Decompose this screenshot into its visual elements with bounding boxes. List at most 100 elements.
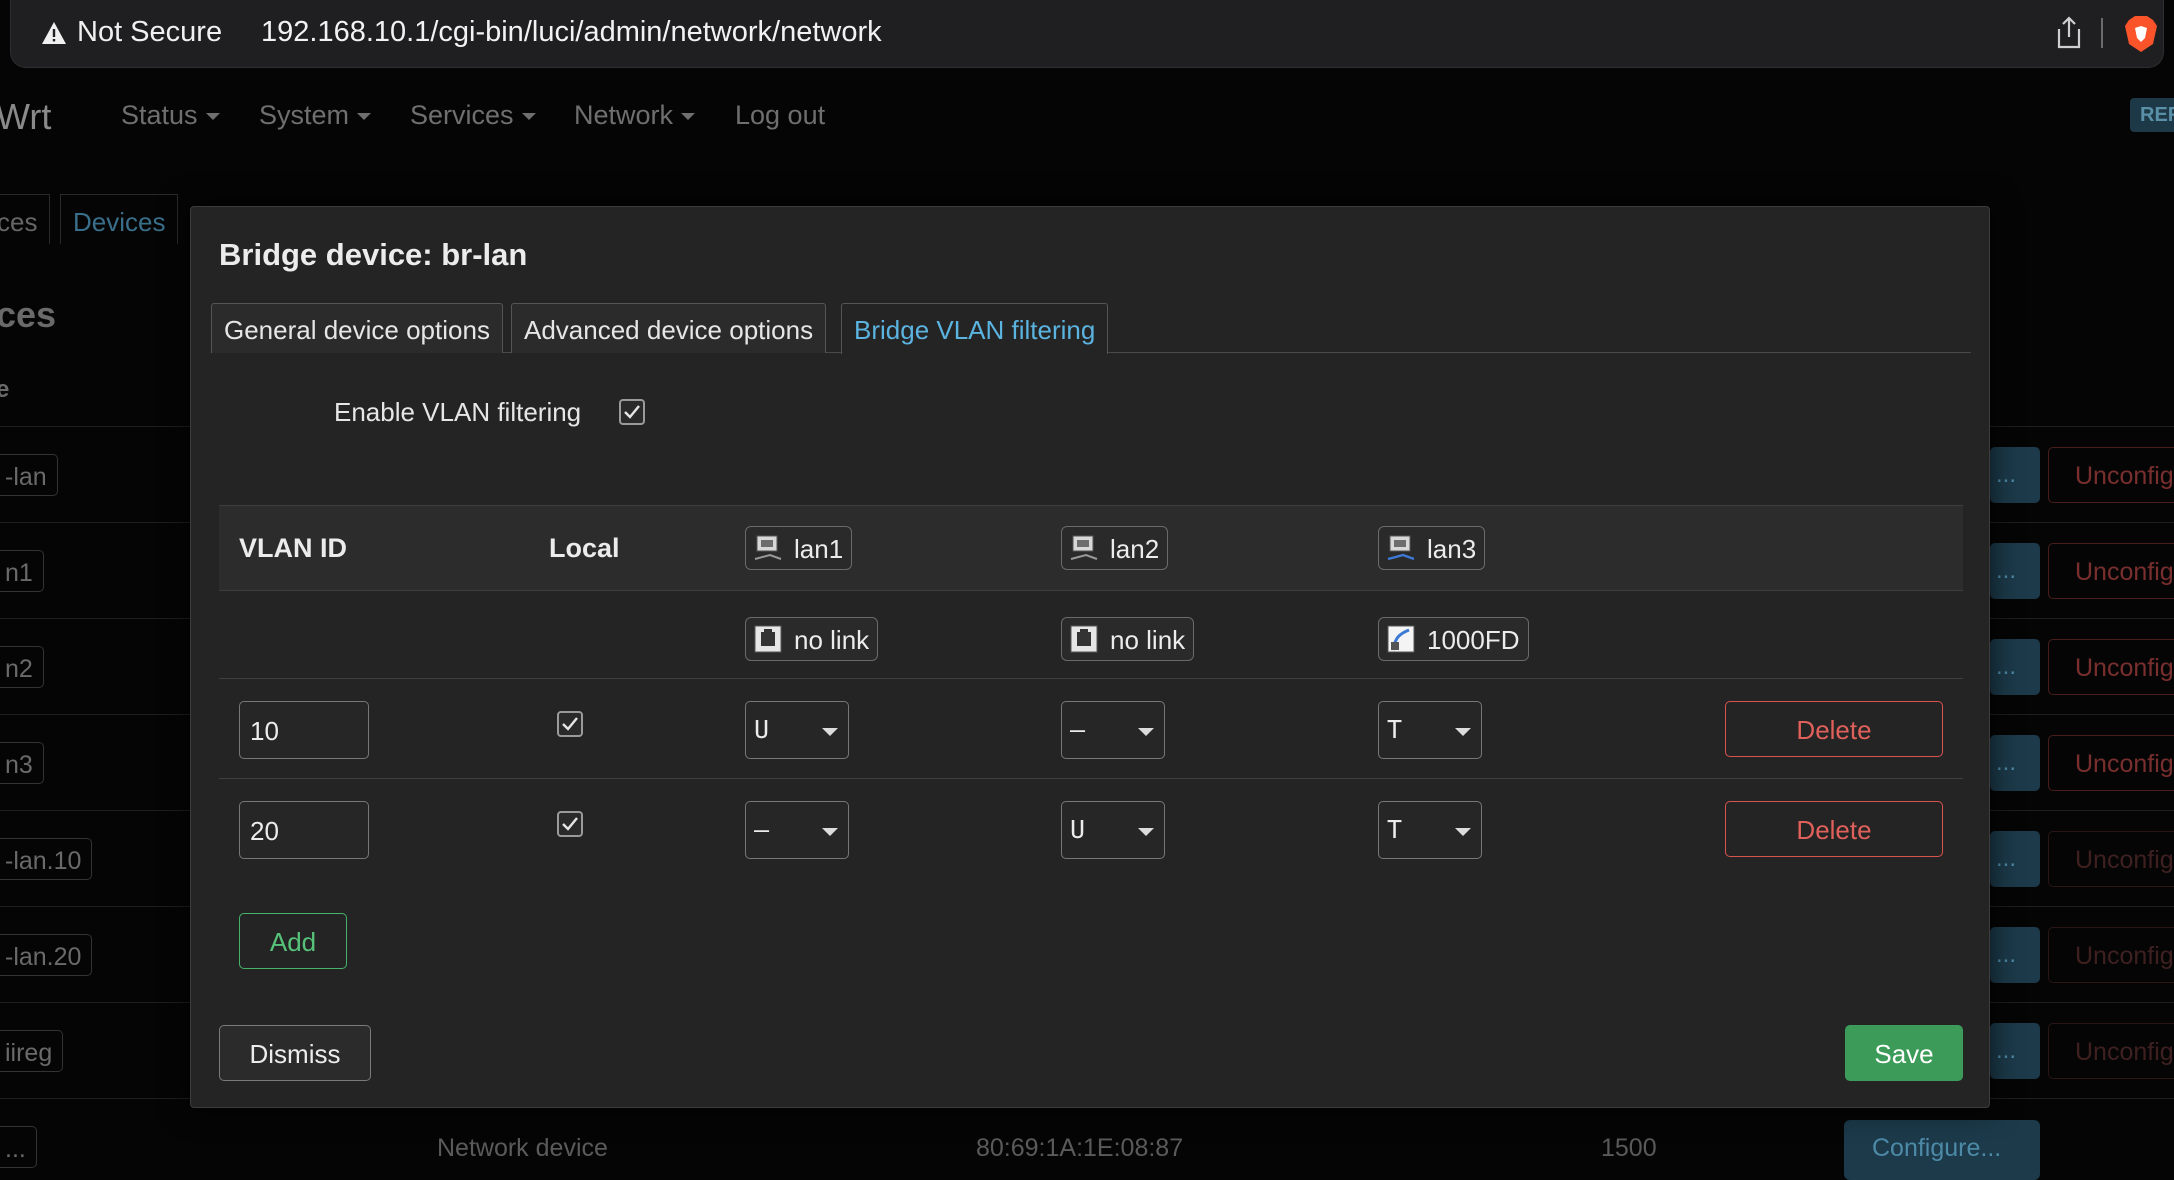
no-link-icon	[754, 625, 782, 653]
vlan-id-input[interactable]: 10	[239, 701, 369, 759]
device-item: n2	[0, 646, 44, 688]
device-item: -lan.10	[0, 838, 93, 880]
device-item: n3	[0, 742, 44, 784]
enable-vlan-filtering-checkbox[interactable]	[619, 399, 645, 425]
device-item: -lan.20	[0, 934, 93, 976]
checkmark-icon	[624, 405, 640, 419]
save-button[interactable]: Save	[1845, 1025, 1963, 1081]
device-item: -lan	[0, 454, 58, 496]
lan2-mode-select[interactable]: –	[1061, 701, 1165, 759]
unconfigure-button[interactable]: Unconfig	[2048, 447, 2174, 503]
configure-button[interactable]: Configure...	[1844, 1120, 2040, 1180]
port-status: no link	[1110, 625, 1186, 655]
configure-button[interactable]: ...	[1990, 831, 2040, 887]
configure-button[interactable]: ...	[1990, 639, 2040, 695]
port-name: lan3	[1427, 534, 1477, 564]
tab-devices[interactable]: Devices	[60, 194, 179, 244]
nav-network[interactable]: Network	[574, 100, 696, 131]
tab-bridge-vlan-filtering[interactable]: Bridge VLAN filtering	[841, 303, 1109, 354]
nav-services[interactable]: Services	[410, 100, 536, 131]
port-lan2: lan2	[1061, 526, 1169, 570]
unconfigure-button[interactable]: Unconfig	[2048, 543, 2174, 599]
chevron-down-icon	[357, 113, 372, 121]
link-up-icon	[1387, 625, 1415, 653]
unconfigure-button: Unconfig	[2048, 927, 2174, 983]
port-lan3: lan3	[1378, 526, 1486, 570]
nav-status[interactable]: Status	[121, 100, 220, 131]
dismiss-button[interactable]: Dismiss	[219, 1025, 371, 1081]
status-badge: REF	[2130, 98, 2174, 132]
port-lan1: lan1	[745, 526, 853, 570]
column-header: e	[0, 376, 10, 403]
chevron-down-icon	[1455, 728, 1471, 736]
device-mac: 80:69:1A:1E:08:87	[976, 1134, 1184, 1162]
port-status: no link	[794, 625, 870, 655]
tab-general-device-options[interactable]: General device options	[211, 303, 503, 353]
ethernet-port-icon	[1070, 535, 1098, 560]
table-row: 20 – U T Delete	[219, 779, 1963, 879]
chevron-down-icon	[681, 113, 696, 121]
tab-advanced-device-options[interactable]: Advanced device options	[511, 303, 827, 353]
port-status-lan2: no link	[1061, 617, 1195, 661]
device-item: ...	[0, 1126, 37, 1168]
configure-button[interactable]: ...	[1990, 735, 2040, 791]
chevron-down-icon	[1138, 828, 1154, 836]
port-status-lan1: no link	[745, 617, 879, 661]
chevron-down-icon	[521, 113, 536, 121]
unconfigure-button[interactable]: Unconfig	[2048, 639, 2174, 695]
browser-address-bar: Not Secure 192.168.10.1/cgi-bin/luci/adm…	[10, 0, 2164, 68]
lan1-mode-select[interactable]: –	[745, 801, 849, 859]
add-button[interactable]: Add	[239, 913, 347, 969]
chevron-down-icon	[205, 113, 220, 121]
no-link-icon	[1070, 625, 1098, 653]
brand-logo[interactable]: Wrt	[0, 96, 51, 138]
configure-button[interactable]: ...	[1990, 927, 2040, 983]
port-status-row: no link no link 1000FD	[219, 591, 1963, 679]
unconfigure-button[interactable]: Unconfig	[2048, 735, 2174, 791]
ethernet-port-icon	[754, 535, 782, 560]
column-vlan-id: VLAN ID	[239, 533, 347, 563]
warning-icon	[42, 22, 66, 44]
column-local: Local	[549, 533, 620, 563]
unconfigure-button: Unconfig	[2048, 831, 2174, 887]
chevron-down-icon	[822, 828, 838, 836]
local-checkbox[interactable]	[557, 811, 583, 837]
port-name: lan1	[794, 534, 844, 564]
modal-tabs: General device options Advanced device o…	[211, 297, 1971, 354]
share-icon[interactable]	[2055, 16, 2083, 50]
vlan-id-input[interactable]: 20	[239, 801, 369, 859]
port-name: lan2	[1110, 534, 1160, 564]
chevron-down-icon	[1138, 728, 1154, 736]
delete-button[interactable]: Delete	[1725, 701, 1943, 757]
table-header: VLAN ID Local lan1 lan2 lan3	[219, 505, 1963, 591]
lan1-mode-select[interactable]: U	[745, 701, 849, 759]
delete-button[interactable]: Delete	[1725, 801, 1943, 857]
unconfigure-button: Unconfig	[2048, 1023, 2174, 1079]
port-status: 1000FD	[1427, 625, 1520, 655]
modal-title: Bridge device: br-lan	[219, 237, 528, 272]
tab-interfaces[interactable]: ces	[0, 194, 51, 244]
port-status-lan3: 1000FD	[1378, 617, 1529, 661]
lan2-mode-select[interactable]: U	[1061, 801, 1165, 859]
device-type: Network device	[437, 1134, 608, 1162]
lan3-mode-select[interactable]: T	[1378, 801, 1482, 859]
device-item: iireg	[0, 1030, 64, 1072]
brave-shield-icon[interactable]	[2123, 14, 2159, 54]
device-mtu: 1500	[1601, 1134, 1657, 1162]
chevron-down-icon	[1455, 828, 1471, 836]
url-field[interactable]: 192.168.10.1/cgi-bin/luci/admin/network/…	[261, 16, 882, 49]
configure-button[interactable]: ...	[1990, 543, 2040, 599]
local-checkbox[interactable]	[557, 711, 583, 737]
checkmark-icon	[562, 817, 578, 831]
section-heading: ces	[0, 294, 57, 335]
nav-logout[interactable]: Log out	[735, 100, 825, 131]
chevron-down-icon	[822, 728, 838, 736]
configure-button[interactable]: ...	[1990, 447, 2040, 503]
configure-button[interactable]: ...	[1990, 1023, 2040, 1079]
table-row: 10 U – T Delete	[219, 679, 1963, 779]
nav-system[interactable]: System	[259, 100, 372, 131]
security-label[interactable]: Not Secure	[77, 16, 222, 49]
lan3-mode-select[interactable]: T	[1378, 701, 1482, 759]
enable-vlan-filtering-label: Enable VLAN filtering	[334, 397, 582, 427]
device-item: n1	[0, 550, 44, 592]
